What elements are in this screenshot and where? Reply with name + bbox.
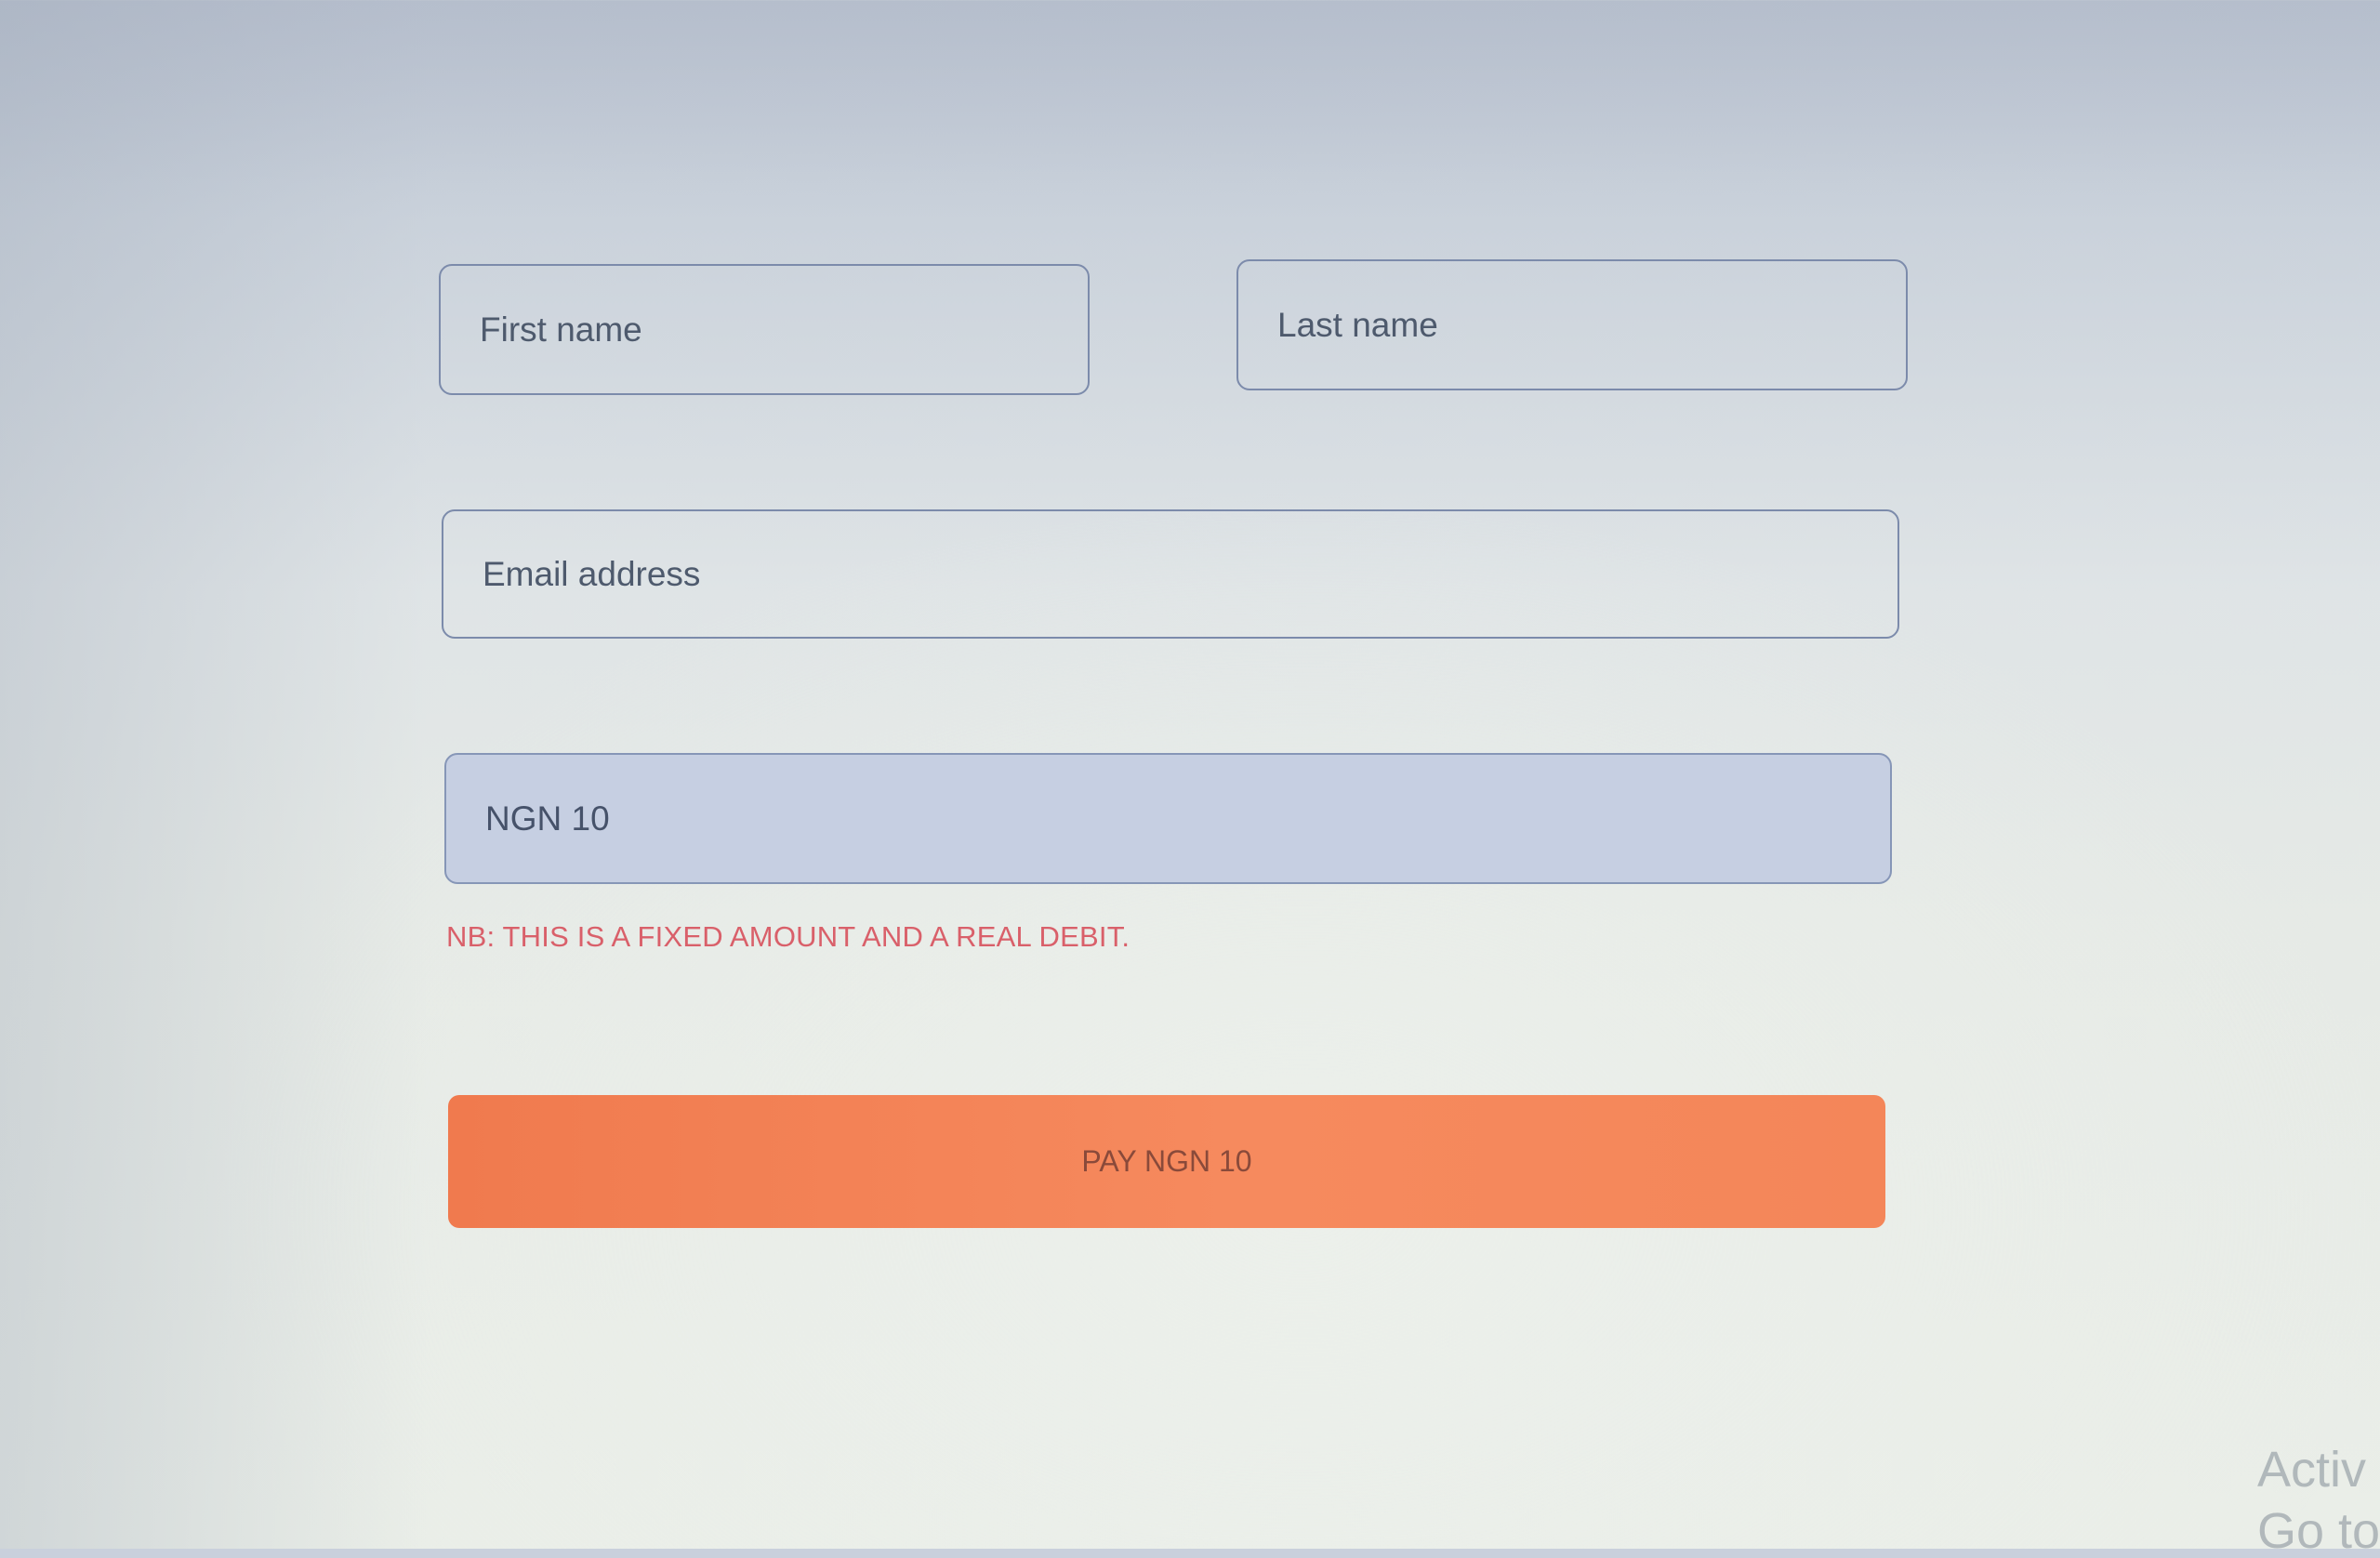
- email-input[interactable]: [483, 554, 1897, 594]
- pay-button-label: PAY NGN 10: [1081, 1144, 1252, 1178]
- email-field[interactable]: [442, 509, 1899, 639]
- watermark-line-1: Activ: [2257, 1442, 2367, 1498]
- amount-value: NGN 10: [485, 799, 610, 838]
- last-name-field[interactable]: [1236, 259, 1908, 390]
- bottom-edge-strip: [0, 1549, 2380, 1558]
- amount-field: NGN 10: [444, 753, 1892, 884]
- fixed-amount-notice: NB: THIS IS A FIXED AMOUNT AND A REAL DE…: [446, 920, 1130, 953]
- first-name-input[interactable]: [480, 310, 1088, 350]
- first-name-field[interactable]: [439, 264, 1090, 395]
- windows-activation-watermark: Activ Go to: [2257, 1439, 2380, 1558]
- pay-button[interactable]: PAY NGN 10: [448, 1095, 1885, 1228]
- last-name-input[interactable]: [1277, 305, 1906, 345]
